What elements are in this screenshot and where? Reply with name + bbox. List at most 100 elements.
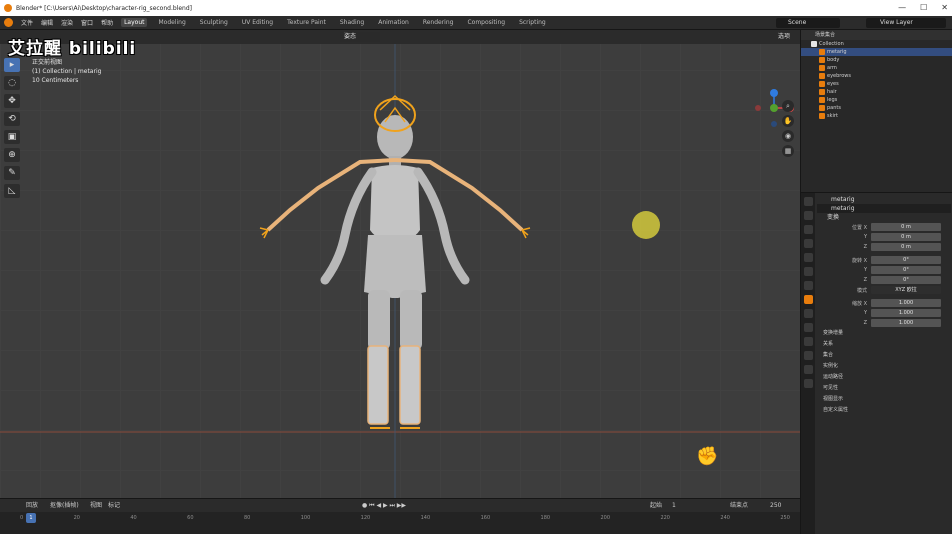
world-tab-icon[interactable]: [803, 267, 813, 276]
tab-texture-paint[interactable]: Texture Paint: [284, 18, 329, 27]
camera-icon[interactable]: ◉: [782, 130, 794, 142]
view-layer-tab-icon[interactable]: [803, 239, 813, 248]
character-model[interactable]: [0, 30, 800, 498]
output-tab-icon[interactable]: [803, 225, 813, 234]
tab-uv-editing[interactable]: UV Editing: [239, 18, 276, 27]
3d-viewport[interactable]: 姿态 选项 艾拉醒 bilibili ▸ ◌ ✥ ⟲ ▣ ⊕ ✎ ◺ 正交前视图…: [0, 30, 800, 498]
collection-text: (1) Collection | metarig: [32, 68, 102, 75]
outliner-item[interactable]: eyes: [801, 80, 952, 88]
menu-window[interactable]: 窗口: [81, 18, 93, 27]
rotation-x-field[interactable]: 0°: [871, 256, 941, 264]
tab-animation[interactable]: Animation: [375, 18, 412, 27]
marker-menu[interactable]: 标记: [108, 501, 120, 510]
zoom-icon[interactable]: ⌕: [782, 100, 794, 112]
bone-tab-icon[interactable]: [803, 379, 813, 388]
tab-rendering[interactable]: Rendering: [420, 18, 457, 27]
menu-help[interactable]: 帮助: [101, 18, 113, 27]
data-tab-icon[interactable]: [803, 365, 813, 374]
end-frame-field[interactable]: 250: [770, 501, 781, 510]
outliner-item[interactable]: legs: [801, 96, 952, 104]
outliner-item[interactable]: hair: [801, 88, 952, 96]
tab-sculpting[interactable]: Sculpting: [197, 18, 231, 27]
outliner-item[interactable]: arm: [801, 64, 952, 72]
render-tab-icon[interactable]: [803, 211, 813, 220]
location-y-field[interactable]: 0 m: [871, 233, 941, 241]
constraints-tab-icon[interactable]: [803, 351, 813, 360]
mouse-cursor-highlight: [632, 211, 660, 239]
property-section-header[interactable]: 关系: [817, 339, 951, 350]
outliner-item[interactable]: metarig: [801, 48, 952, 56]
ruler-tick: 220: [660, 515, 670, 521]
rotation-z-field[interactable]: 0°: [871, 276, 941, 284]
outliner-item[interactable]: pants: [801, 104, 952, 112]
ruler-tick: 100: [300, 515, 311, 521]
scale-y-field[interactable]: 1.000: [871, 309, 941, 317]
playback-controls-icon[interactable]: ● ⏮ ◀ ▶ ⏭ ▶▶: [362, 501, 406, 510]
location-z-field[interactable]: 0 m: [871, 243, 941, 251]
tab-scripting[interactable]: Scripting: [516, 18, 549, 27]
keying-menu[interactable]: 抠像(插帧): [50, 501, 79, 510]
start-frame-field[interactable]: 1: [672, 501, 676, 510]
hips-mesh: [364, 235, 426, 298]
scene-selector[interactable]: Scene: [776, 18, 840, 28]
menu-file[interactable]: 文件: [21, 18, 33, 27]
data-name-field[interactable]: metarig: [817, 204, 951, 213]
cursor-tool-icon[interactable]: ◌: [4, 76, 20, 90]
pan-hand-icon[interactable]: ✋: [782, 115, 794, 127]
tab-modeling[interactable]: Modeling: [155, 18, 188, 27]
object-tab-icon[interactable]: [803, 295, 813, 304]
view-name-text: 正交前视图: [32, 59, 63, 66]
maximize-button[interactable]: ☐: [920, 3, 927, 12]
timeline-editor[interactable]: 回放 抠像(插帧) 视图 标记 ● ⏮ ◀ ▶ ⏭ ▶▶ 起始 1 结束点 25…: [0, 498, 800, 534]
property-section-header[interactable]: 自定义属性: [817, 405, 951, 416]
interaction-mode-dropdown[interactable]: 姿态: [340, 32, 380, 42]
move-tool-icon[interactable]: ✥: [4, 94, 20, 108]
particles-tab-icon[interactable]: [803, 323, 813, 332]
grid-view-icon[interactable]: ▦: [782, 145, 794, 157]
timeline-view-menu[interactable]: 视图: [90, 501, 102, 510]
tab-compositing[interactable]: Compositing: [464, 18, 508, 27]
location-x-field[interactable]: 0 m: [871, 223, 941, 231]
blender-logo-icon[interactable]: [4, 18, 13, 27]
viewport-options-button[interactable]: 选项: [778, 32, 790, 42]
transform-tool-icon[interactable]: ⊕: [4, 148, 20, 162]
view-layer-selector[interactable]: View Layer: [866, 18, 946, 28]
modifier-tab-icon[interactable]: [803, 309, 813, 318]
outliner-item[interactable]: Collection: [801, 40, 952, 48]
scale-z-row: Z 1.000: [817, 318, 951, 328]
object-name-field[interactable]: metarig: [817, 195, 951, 204]
property-section-header[interactable]: 视图显示: [817, 394, 951, 405]
scene-tab-icon[interactable]: [803, 253, 813, 262]
physics-tab-icon[interactable]: [803, 337, 813, 346]
property-section-header[interactable]: 可见性: [817, 383, 951, 394]
property-section-header[interactable]: 运动路径: [817, 372, 951, 383]
outliner-item-label: legs: [827, 97, 838, 103]
measure-tool-icon[interactable]: ◺: [4, 184, 20, 198]
scale-x-field[interactable]: 1.000: [871, 299, 941, 307]
tab-layout[interactable]: Layout: [121, 18, 148, 27]
left-leg-mesh: [368, 290, 390, 350]
property-section-header[interactable]: 集合: [817, 350, 951, 361]
rotation-mode-dropdown[interactable]: XYZ 欧拉: [871, 286, 941, 294]
menu-edit[interactable]: 编辑: [41, 18, 53, 27]
rotation-y-field[interactable]: 0°: [871, 266, 941, 274]
minimize-button[interactable]: —: [898, 3, 906, 12]
property-section-header[interactable]: 变换增量: [817, 328, 951, 339]
tool-tab-icon[interactable]: [803, 197, 813, 206]
outliner-item[interactable]: skirt: [801, 112, 952, 120]
annotate-tool-icon[interactable]: ✎: [4, 166, 20, 180]
select-tool-icon[interactable]: ▸: [4, 58, 20, 72]
close-button[interactable]: ✕: [941, 3, 948, 12]
transform-section-header[interactable]: 变换: [817, 213, 951, 222]
tab-shading[interactable]: Shading: [337, 18, 367, 27]
scale-z-field[interactable]: 1.000: [871, 319, 941, 327]
outliner-item[interactable]: eyebrows: [801, 72, 952, 80]
property-section-header[interactable]: 实例化: [817, 361, 951, 372]
playback-menu[interactable]: 回放: [26, 501, 38, 510]
collection-tab-icon[interactable]: [803, 281, 813, 290]
scale-tool-icon[interactable]: ▣: [4, 130, 20, 144]
bilibili-watermark: 艾拉醒 bilibili: [8, 39, 137, 59]
menu-render[interactable]: 渲染: [61, 18, 73, 27]
outliner-item[interactable]: body: [801, 56, 952, 64]
rotate-tool-icon[interactable]: ⟲: [4, 112, 20, 126]
